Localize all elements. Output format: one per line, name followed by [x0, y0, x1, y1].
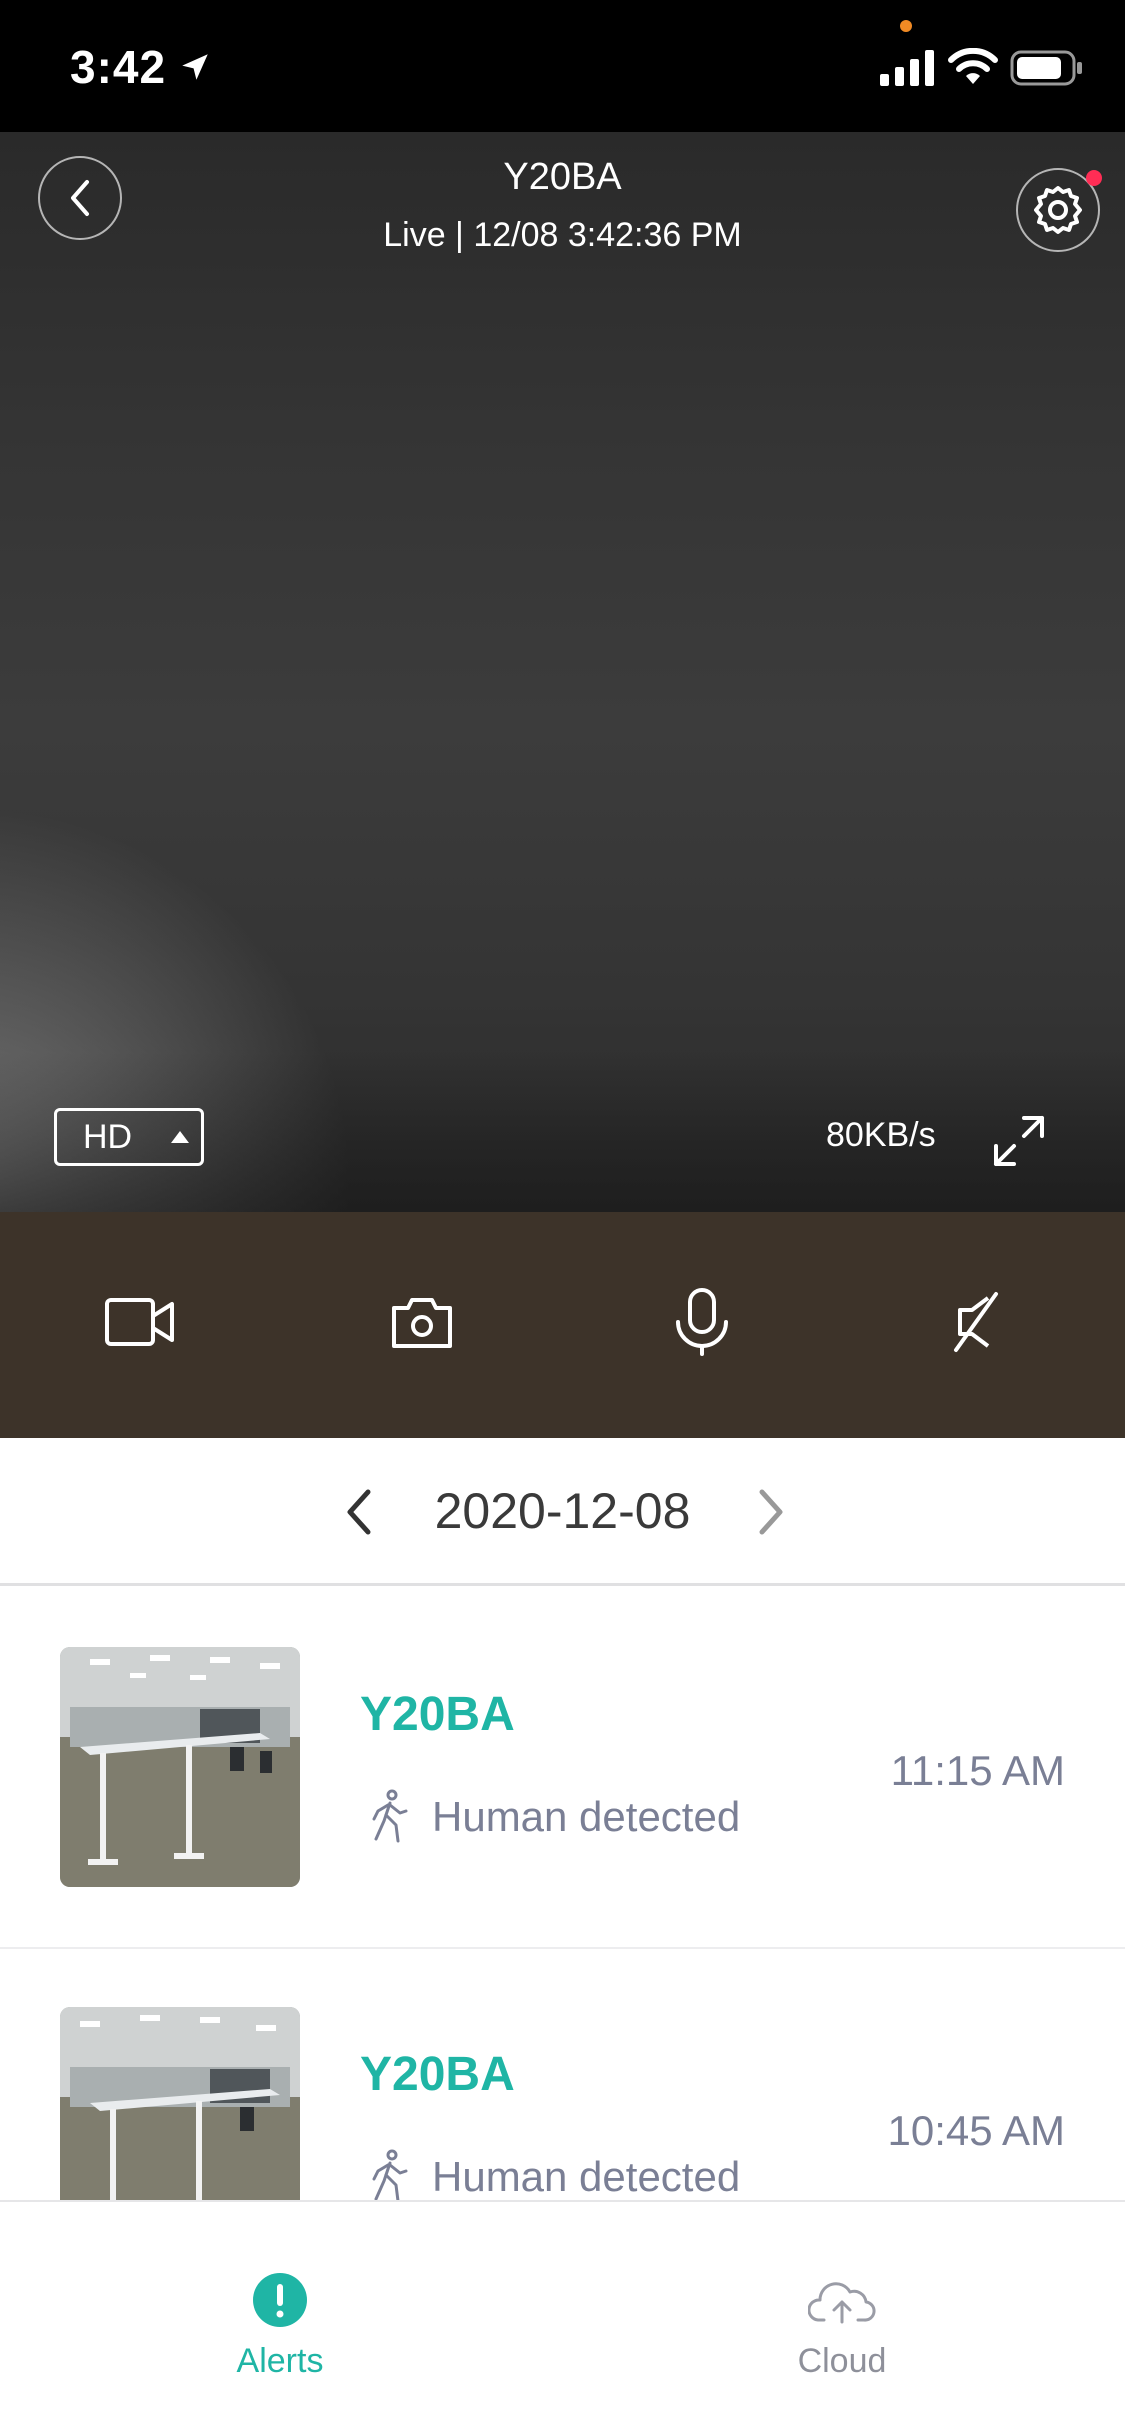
- camera-control-bar: [0, 1212, 1125, 1438]
- alert-time: 10:45 AM: [887, 2107, 1065, 2154]
- office-room-thumbnail-image: [60, 1647, 300, 1887]
- status-time: 3:42: [70, 41, 167, 93]
- wifi-icon: [948, 48, 998, 84]
- mute-speaker-icon: [954, 1292, 998, 1352]
- quality-label: HD: [83, 1117, 133, 1156]
- alert-thumbnail: [60, 1647, 300, 1887]
- gear-icon: [1034, 186, 1082, 234]
- snapshot-camera-icon: [392, 1298, 452, 1348]
- office-room-thumbnail-image: [60, 2007, 300, 2200]
- alert-thumbnail: [60, 2007, 300, 2200]
- cellular-signal-icon: [880, 50, 934, 86]
- microphone-icon: [676, 1288, 728, 1356]
- fullscreen-expand-icon[interactable]: [990, 1112, 1048, 1170]
- live-video-view[interactable]: Y20BA Live | 12/08 3:42:36 PM HD 80KB/s: [0, 132, 1125, 1212]
- alert-list-item[interactable]: Y20BA Human detected 10:45 AM: [0, 1949, 1125, 2200]
- caret-up-icon: [171, 1131, 189, 1143]
- tab-alerts-label: Alerts: [236, 2342, 324, 2380]
- alert-type-label: Human detected: [432, 2153, 741, 2200]
- date-navigator: 2020-12-08: [0, 1438, 1125, 1586]
- record-button[interactable]: [90, 1272, 190, 1372]
- alert-device-name: Y20BA: [360, 1688, 515, 1741]
- quality-selector[interactable]: HD: [54, 1108, 204, 1166]
- alert-device-name: Y20BA: [360, 2048, 515, 2101]
- current-date[interactable]: 2020-12-08: [0, 1482, 1125, 1540]
- snapshot-button[interactable]: [372, 1272, 472, 1372]
- privacy-indicator-dot: [900, 20, 912, 32]
- record-video-icon: [105, 1298, 174, 1346]
- talk-button[interactable]: [652, 1272, 752, 1372]
- bitrate-readout: 80KB/s: [826, 1116, 936, 1154]
- alert-list-item[interactable]: Y20BA Human detected 11:15 AM: [0, 1589, 1125, 1949]
- human-walking-icon: [372, 1789, 408, 1843]
- cloud-upload-icon: [808, 2282, 876, 2324]
- alert-type-label: Human detected: [432, 1793, 741, 1840]
- location-arrow-icon: [182, 54, 208, 80]
- tab-cloud[interactable]: Cloud: [722, 2272, 962, 2402]
- camera-title: Y20BA: [503, 156, 622, 198]
- alert-time: 11:15 AM: [890, 1747, 1065, 1794]
- alert-exclamation-icon: [253, 2273, 307, 2327]
- live-timestamp: Live | 12/08 3:42:36 PM: [383, 216, 742, 254]
- human-walking-icon: [372, 2149, 408, 2200]
- next-date-chevron-icon[interactable]: [746, 1482, 796, 1542]
- battery-icon: [1010, 50, 1082, 86]
- status-bar: 3:42: [0, 0, 1125, 132]
- settings-notification-dot: [1086, 170, 1102, 186]
- tab-alerts[interactable]: Alerts: [160, 2272, 400, 2402]
- mute-button[interactable]: [928, 1272, 1028, 1372]
- bottom-tab-bar: Alerts Cloud: [0, 2200, 1125, 2436]
- tab-cloud-label: Cloud: [797, 2342, 887, 2380]
- alert-list[interactable]: Y20BA Human detected 11:15 AM Y20BA Huma…: [0, 1589, 1125, 2200]
